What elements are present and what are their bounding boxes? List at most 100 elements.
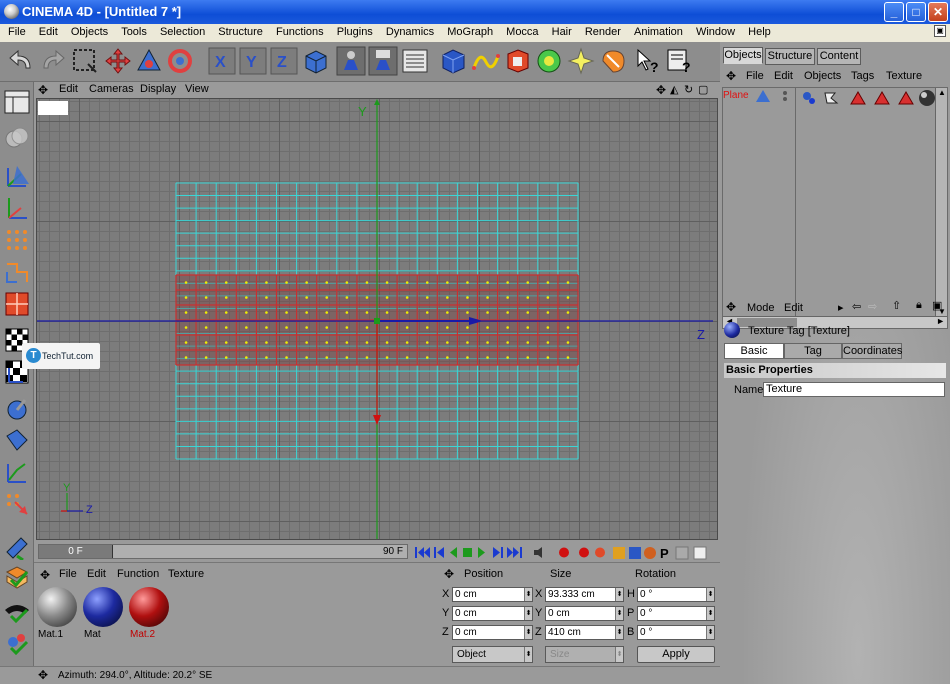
menu-tools[interactable]: Tools xyxy=(121,24,147,38)
viewport-menu-view[interactable]: View xyxy=(185,83,209,95)
material-slot-mat2[interactable]: Mat.2 xyxy=(128,585,170,641)
spinner-icon[interactable]: ⬍ xyxy=(524,626,532,639)
layout-icon[interactable] xyxy=(3,88,31,116)
om-menu-tags[interactable]: Tags xyxy=(851,70,874,82)
use-object-axis-icon[interactable] xyxy=(3,162,31,190)
attribute-manager-move-handle-icon[interactable]: ✥ xyxy=(726,300,736,314)
undo-button[interactable] xyxy=(6,46,36,76)
material-slot-mat1[interactable]: Mat.1 xyxy=(36,585,78,641)
menu-file[interactable]: File xyxy=(8,24,26,38)
tweak-mode-icon[interactable] xyxy=(3,490,31,518)
live-selection-icon[interactable] xyxy=(70,46,100,76)
menu-selection[interactable]: Selection xyxy=(160,24,205,38)
viewport-menu-cameras[interactable]: Cameras xyxy=(89,83,134,95)
am-menu-more-icon[interactable]: ▸ xyxy=(838,301,844,314)
z-axis-lock-icon[interactable]: Z xyxy=(269,46,299,76)
menu-structure[interactable]: Structure xyxy=(218,24,263,38)
inverse-kinematics-icon[interactable] xyxy=(3,458,31,486)
attr-tab-basic[interactable]: Basic xyxy=(724,343,784,359)
menu-dynamics[interactable]: Dynamics xyxy=(386,24,434,38)
menu-render[interactable]: Render xyxy=(585,24,621,38)
om-menu-texture[interactable]: Texture xyxy=(886,70,922,82)
bodypaint-tool-icon[interactable] xyxy=(3,630,31,658)
am-back-icon[interactable]: ⇦ xyxy=(852,300,861,313)
material-move-handle-icon[interactable]: ✥ xyxy=(40,568,50,582)
apply-button[interactable]: Apply xyxy=(637,646,715,663)
render-settings-icon[interactable] xyxy=(400,46,430,76)
timeline-slider-track[interactable]: 0 F 90 F xyxy=(38,544,408,559)
render-picture-viewer-icon[interactable] xyxy=(368,46,398,76)
maximize-button[interactable]: □ xyxy=(906,2,926,22)
menu-window[interactable]: Window xyxy=(696,24,735,38)
viewport-rotate-icon[interactable]: ↻ xyxy=(684,83,693,96)
material-menu-edit[interactable]: Edit xyxy=(87,568,106,580)
size-mode-select[interactable]: Size ⬍ xyxy=(545,646,624,663)
menu-edit[interactable]: Edit xyxy=(39,24,58,38)
viewport-move-handle-icon[interactable]: ✥ xyxy=(38,83,48,97)
object-list-vscrollbar[interactable]: ▲ ▼ xyxy=(935,88,947,316)
attr-tab-coordinates[interactable]: Coordinates xyxy=(842,343,902,359)
playback-controls[interactable]: P xyxy=(414,545,718,560)
rotation-p-field[interactable]: 0 ° ⬍ xyxy=(637,606,715,621)
menu-plugins[interactable]: Plugins xyxy=(337,24,373,38)
x-axis-lock-icon[interactable]: X xyxy=(207,46,237,76)
array-object-icon[interactable] xyxy=(534,46,564,76)
brush-tool-icon[interactable] xyxy=(3,532,31,562)
coord-move-handle-icon[interactable]: ✥ xyxy=(444,567,454,581)
position-y-field[interactable]: 0 cm ⬍ xyxy=(452,606,533,621)
name-input[interactable]: Texture xyxy=(763,382,945,397)
menu-mograph[interactable]: MoGraph xyxy=(447,24,493,38)
am-new-window-icon[interactable]: ▣ xyxy=(932,299,942,312)
am-up-icon[interactable]: ⇧ xyxy=(892,299,901,312)
attr-tab-tag[interactable]: Tag xyxy=(784,343,842,359)
am-menu-mode[interactable]: Mode xyxy=(747,302,775,314)
spinner-icon[interactable]: ⬍ xyxy=(706,607,714,620)
spinner-icon[interactable]: ⬍ xyxy=(615,607,623,620)
menu-functions[interactable]: Functions xyxy=(276,24,324,38)
material-slot-mat[interactable]: Mat xyxy=(82,585,124,641)
spinner-icon[interactable]: ⬍ xyxy=(615,588,623,601)
om-menu-edit[interactable]: Edit xyxy=(774,70,793,82)
scene-object-icon[interactable] xyxy=(598,46,628,76)
coordinate-system-icon[interactable] xyxy=(300,46,330,76)
rotation-b-field[interactable]: 0 ° ⬍ xyxy=(637,625,715,640)
spline-object-icon[interactable] xyxy=(470,46,500,76)
layout-restore-icon[interactable]: ▣ xyxy=(934,25,946,37)
menu-hair[interactable]: Hair xyxy=(552,24,572,38)
size-x-field[interactable]: 93.333 cm ⬍ xyxy=(545,587,624,602)
3d-viewport[interactable]: Y Z Y Z xyxy=(36,98,718,540)
viewport-menu-display[interactable]: Display xyxy=(140,83,176,95)
viewport-toggle-icon[interactable]: ▢ xyxy=(698,83,708,96)
viewport-zoom-icon[interactable]: ◭ xyxy=(670,83,678,96)
rotate-tool-icon[interactable] xyxy=(165,46,195,76)
minimize-button[interactable]: _ xyxy=(884,2,904,22)
material-menu-texture[interactable]: Texture xyxy=(168,568,204,580)
viewport-pan-icon[interactable]: ✥ xyxy=(656,83,666,97)
size-z-field[interactable]: 410 cm ⬍ xyxy=(545,625,624,640)
viewport-menu-edit[interactable]: Edit xyxy=(59,83,78,95)
visibility-dots-icon[interactable] xyxy=(779,90,791,102)
current-frame-handle[interactable]: 0 F xyxy=(39,545,113,558)
deformer-object-icon[interactable] xyxy=(566,46,596,76)
menu-help[interactable]: Help xyxy=(748,24,771,38)
scale-tool-icon[interactable] xyxy=(134,46,164,76)
tab-content[interactable]: Content xyxy=(817,48,861,65)
object-tags[interactable] xyxy=(801,89,947,107)
spinner-icon[interactable]: ⬍ xyxy=(706,588,714,601)
use-polygon-tool-icon[interactable] xyxy=(3,290,31,318)
menu-mocca[interactable]: Mocca xyxy=(506,24,538,38)
menu-animation[interactable]: Animation xyxy=(634,24,683,38)
object-manager-move-handle-icon[interactable]: ✥ xyxy=(726,69,736,83)
material-menu-file[interactable]: File xyxy=(59,568,77,580)
render-view-icon[interactable] xyxy=(336,46,366,76)
sculpt-tool-icon[interactable] xyxy=(3,598,31,626)
redo-button[interactable] xyxy=(38,46,68,76)
context-help-icon[interactable]: ? xyxy=(634,46,664,76)
tab-objects[interactable]: Objects xyxy=(723,47,763,64)
om-menu-objects[interactable]: Objects xyxy=(804,70,841,82)
use-edge-tool-icon[interactable] xyxy=(3,258,31,286)
use-model-tool-icon[interactable] xyxy=(3,124,31,152)
rotation-h-field[interactable]: 0 ° ⬍ xyxy=(637,587,715,602)
spinner-icon[interactable]: ⬍ xyxy=(524,588,532,601)
spinner-icon[interactable]: ⬍ xyxy=(524,607,532,620)
